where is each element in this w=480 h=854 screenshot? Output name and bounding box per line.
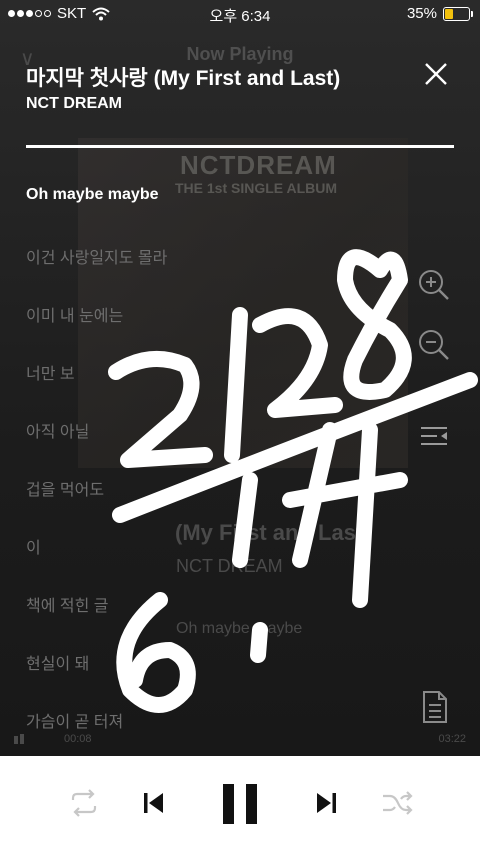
document-icon[interactable] — [417, 690, 451, 724]
shuffle-icon[interactable] — [381, 788, 415, 818]
lyric-line: 아직 아닐 — [26, 424, 90, 441]
close-icon[interactable] — [422, 60, 450, 88]
playback-controls — [0, 756, 480, 854]
lyrics-divider — [26, 145, 454, 148]
status-bar: SKT 오후 6:34 35% — [0, 0, 480, 28]
lyric-line: 현실이 돼 — [26, 656, 90, 673]
lyric-line: 가슴이 곧 터져 — [26, 714, 124, 731]
song-title: 마지막 첫사랑 (My First and Last) — [26, 67, 341, 90]
lyric-line: 이 — [26, 540, 41, 557]
background-song-title: (My First and Last) — [175, 520, 371, 545]
album-art-title: NCTDREAM — [180, 150, 337, 180]
battery-icon — [443, 6, 473, 21]
lyric-line: 이건 사랑일지도 몰라 — [26, 250, 168, 267]
background-lyric: Oh maybe maybe — [176, 620, 303, 637]
previous-icon[interactable] — [141, 788, 167, 818]
lyric-line: 겁을 먹어도 — [26, 482, 105, 499]
next-icon[interactable] — [313, 788, 339, 818]
zoom-in-icon[interactable] — [417, 268, 451, 302]
lyric-line: 너만 보 — [26, 366, 75, 383]
album-art-subtitle: THE 1st SINGLE ALBUM — [175, 180, 338, 196]
volume-icon — [14, 734, 24, 744]
battery-percent: 35% — [406, 5, 437, 22]
lyrics-sync-icon[interactable] — [417, 418, 451, 452]
elapsed-time: 00:08 — [64, 733, 92, 745]
background-artist: NCT DREAM — [176, 556, 283, 576]
pause-icon[interactable] — [221, 782, 261, 826]
zoom-out-icon[interactable] — [417, 328, 451, 362]
lyric-line: 이미 내 눈에는 — [26, 308, 124, 325]
duration-time: 03:22 — [438, 733, 466, 745]
repeat-icon[interactable] — [67, 788, 101, 818]
lyric-line: 책에 적힌 글 — [26, 598, 109, 615]
artist-name: NCT DREAM — [26, 95, 122, 112]
lyric-line: Oh maybe maybe — [26, 186, 159, 203]
